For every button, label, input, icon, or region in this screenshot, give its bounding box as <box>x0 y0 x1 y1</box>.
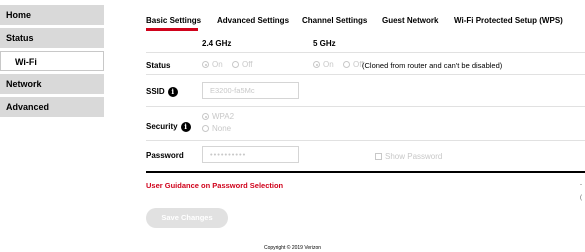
status-label: Status <box>146 61 171 70</box>
save-changes-button[interactable]: Save Changes <box>146 208 228 228</box>
security-wpa2-radio[interactable]: WPA2 <box>202 112 234 121</box>
password-label: Password <box>146 151 184 160</box>
security-label: Security <box>146 122 178 132</box>
info-icon[interactable]: i <box>180 122 191 132</box>
tab-basic-settings[interactable]: Basic Settings <box>146 16 201 25</box>
active-tab-indicator <box>146 28 198 31</box>
radio-icon <box>232 61 239 69</box>
ssid-label: SSID <box>146 87 165 97</box>
security-label-row: Security i <box>146 122 191 132</box>
divider <box>146 52 585 53</box>
radio-icon <box>202 125 209 133</box>
sidebar-item-advanced[interactable]: Advanced <box>0 97 104 117</box>
radio-label: WPA2 <box>212 112 235 121</box>
status-5-off-radio[interactable]: Off <box>343 60 364 69</box>
sidebar-nav: Home Status Wi-Fi Network Advanced <box>0 5 104 120</box>
radio-label: On <box>212 60 223 69</box>
security-none-radio[interactable]: None <box>202 124 231 133</box>
radio-icon <box>343 61 350 69</box>
radio-label: Off <box>242 60 253 69</box>
info-icon[interactable]: i <box>167 87 178 97</box>
sidebar-item-home[interactable]: Home <box>0 5 104 25</box>
password-input[interactable]: •••••••••• <box>202 146 299 163</box>
radio-selected-icon <box>202 61 209 69</box>
tab-guest-network[interactable]: Guest Network <box>382 16 438 25</box>
band-5ghz-header: 5 GHz <box>313 39 336 48</box>
divider <box>146 74 585 75</box>
radio-selected-icon <box>313 61 320 69</box>
band-24ghz-header: 2.4 GHz <box>202 39 232 48</box>
checkbox-label: Show Password <box>385 152 443 161</box>
tab-wps[interactable]: Wi-Fi Protected Setup (WPS) <box>454 16 563 25</box>
divider <box>146 106 585 107</box>
sidebar-item-status[interactable]: Status <box>0 28 104 48</box>
password-guidance-link[interactable]: User Guidance on Password Selection <box>146 181 283 190</box>
checkbox-icon <box>375 153 382 161</box>
tab-advanced-settings[interactable]: Advanced Settings <box>217 16 289 25</box>
copyright-footer: Copyright © 2019 Verizon <box>263 245 322 251</box>
tab-channel-settings[interactable]: Channel Settings <box>302 16 367 25</box>
edge-mark: ( <box>580 195 582 201</box>
radio-selected-icon <box>202 113 209 121</box>
status-5-on-radio[interactable]: On <box>313 60 334 69</box>
divider <box>146 140 585 141</box>
status-24-on-radio[interactable]: On <box>202 60 223 69</box>
sidebar-item-wifi[interactable]: Wi-Fi <box>0 51 104 71</box>
sidebar-item-network[interactable]: Network <box>0 74 104 94</box>
status-24-off-radio[interactable]: Off <box>232 60 253 69</box>
radio-label: On <box>323 60 334 69</box>
radio-label: None <box>212 124 232 133</box>
edge-mark: - <box>580 182 582 188</box>
ssid-input[interactable]: E3200-fa5Mc <box>202 82 299 99</box>
section-divider <box>146 171 585 173</box>
ssid-label-row: SSID i <box>146 87 178 97</box>
show-password-checkbox[interactable]: Show Password <box>375 152 442 161</box>
status-note: (Cloned from router and can't be disable… <box>362 61 503 70</box>
